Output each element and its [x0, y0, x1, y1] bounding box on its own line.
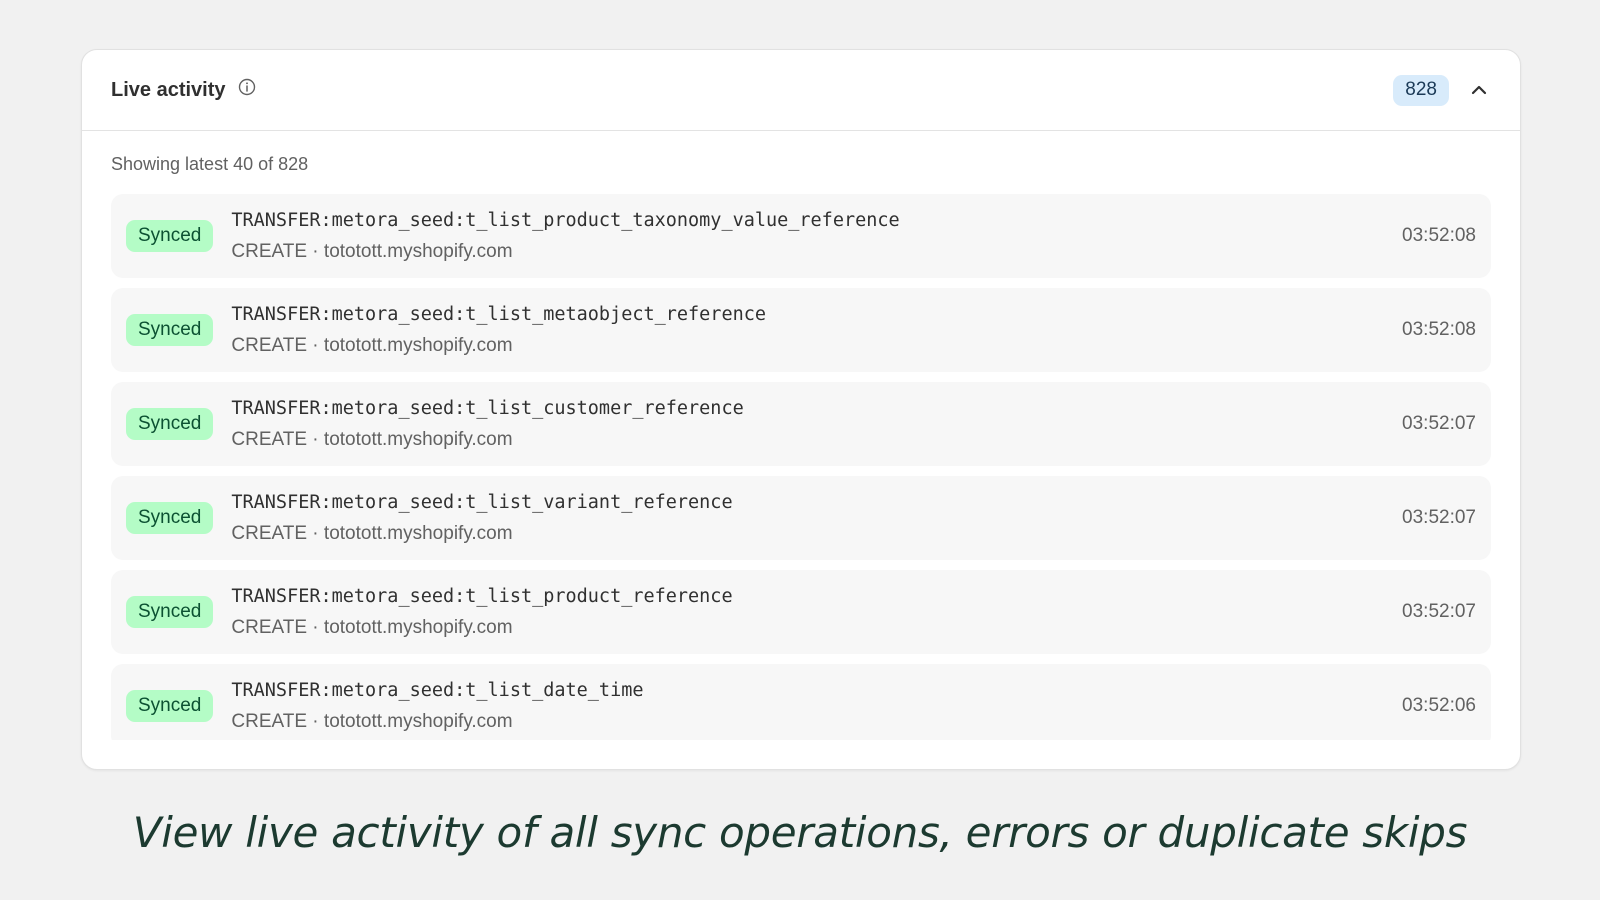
activity-subtitle: CREATE · tototott.myshopify.com	[231, 522, 513, 544]
panel-title: Live activity	[111, 78, 226, 101]
activity-title: TRANSFER:metora_seed:t_list_variant_refe…	[231, 491, 733, 513]
showing-count-text: Showing latest 40 of 828	[111, 154, 309, 174]
activity-row[interactable]: Synced TRANSFER:metora_seed:t_list_produ…	[111, 570, 1491, 654]
chevron-up-icon	[1471, 85, 1487, 95]
caption-text: View live activity of all sync operation…	[132, 808, 1468, 857]
activity-list[interactable]: Synced TRANSFER:metora_seed:t_list_produ…	[111, 194, 1491, 740]
status-badge: Synced	[126, 596, 214, 628]
activity-subtitle: CREATE · tototott.myshopify.com	[231, 616, 513, 638]
activity-row[interactable]: Synced TRANSFER:metora_seed:t_list_varia…	[111, 476, 1491, 560]
status-badge: Synced	[126, 408, 214, 440]
activity-time: 03:52:06	[1402, 695, 1476, 716]
activity-time: 03:52:07	[1402, 413, 1476, 434]
status-badge: Synced	[126, 690, 214, 722]
status-badge: Synced	[126, 314, 214, 346]
activity-row[interactable]: Synced TRANSFER:metora_seed:t_list_custo…	[111, 382, 1491, 466]
activity-row[interactable]: Synced TRANSFER:metora_seed:t_list_produ…	[111, 194, 1491, 278]
status-badge: Synced	[126, 502, 214, 534]
activity-subtitle: CREATE · tototott.myshopify.com	[231, 710, 513, 732]
activity-row[interactable]: Synced TRANSFER:metora_seed:t_list_date_…	[111, 664, 1491, 740]
activity-title: TRANSFER:metora_seed:t_list_product_taxo…	[231, 209, 900, 231]
status-badge: Synced	[126, 220, 214, 252]
activity-subtitle: CREATE · tototott.myshopify.com	[231, 240, 513, 262]
activity-subtitle: CREATE · tototott.myshopify.com	[231, 428, 513, 450]
activity-time: 03:52:07	[1402, 601, 1476, 622]
live-activity-panel: Live activity 828 Showing latest 40 of 8…	[81, 49, 1521, 770]
activity-title: TRANSFER:metora_seed:t_list_customer_ref…	[231, 397, 744, 419]
activity-count-badge: 828	[1393, 74, 1449, 106]
activity-title: TRANSFER:metora_seed:t_list_metaobject_r…	[231, 303, 766, 325]
activity-title: TRANSFER:metora_seed:t_list_product_refe…	[231, 585, 733, 607]
activity-time: 03:52:08	[1402, 225, 1476, 246]
info-icon[interactable]	[238, 78, 256, 96]
activity-time: 03:52:08	[1402, 319, 1476, 340]
collapse-button[interactable]	[1467, 78, 1491, 102]
panel-header: Live activity 828	[82, 50, 1520, 131]
activity-subtitle: CREATE · tototott.myshopify.com	[231, 334, 513, 356]
activity-title: TRANSFER:metora_seed:t_list_date_time	[231, 679, 644, 701]
activity-row[interactable]: Synced TRANSFER:metora_seed:t_list_metao…	[111, 288, 1491, 372]
activity-time: 03:52:07	[1402, 507, 1476, 528]
